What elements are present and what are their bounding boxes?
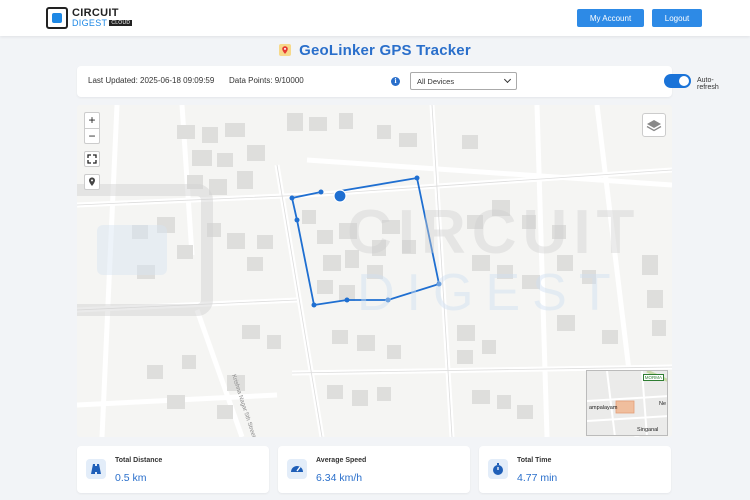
page-header: GeoLinker GPS Tracker: [0, 40, 750, 60]
stat-card-speed: Average Speed 6.34 km/h: [278, 446, 470, 493]
stat-card-time: Total Time 4.77 min: [479, 446, 671, 493]
current-position-marker[interactable]: [333, 189, 347, 203]
auto-refresh-toggle[interactable]: [664, 74, 691, 88]
chip-icon: [46, 7, 68, 29]
stat-label: Total Time: [517, 457, 552, 464]
road-icon: [86, 459, 106, 479]
stat-value: 4.77 min: [517, 472, 558, 484]
locate-button[interactable]: [84, 174, 100, 190]
location-pin-icon: [89, 177, 95, 186]
map-pin-icon: [279, 44, 292, 56]
top-navbar: CIRCUIT DIGEST CLOUD My Account Logout: [0, 0, 750, 36]
my-account-button[interactable]: My Account: [577, 9, 644, 27]
logo-line1: CIRCUIT: [72, 6, 119, 19]
map-tiles: Krishna Nagar 5th Street: [77, 105, 672, 437]
device-select-value: All Devices: [417, 76, 455, 86]
logo-line2: DIGEST: [72, 17, 108, 28]
fullscreen-button[interactable]: [84, 151, 100, 167]
logo-badge: CLOUD: [109, 20, 133, 27]
layers-button[interactable]: [642, 113, 666, 137]
stat-value: 0.5 km: [115, 472, 147, 484]
toggle-knob: [679, 76, 689, 86]
zoom-control: + −: [84, 112, 100, 144]
minimap-place3: Ne: [659, 401, 667, 407]
auto-refresh-label: Auto-refresh: [697, 77, 719, 91]
speedometer-icon: [287, 459, 307, 479]
chevron-down-icon: [503, 75, 512, 84]
stat-label: Total Distance: [115, 457, 163, 464]
minimap-tag: MORMA: [642, 374, 664, 381]
logout-button[interactable]: Logout: [652, 9, 702, 27]
stopwatch-icon: [488, 459, 508, 479]
minimap[interactable]: MORMA ampalayam Ne Singanal: [586, 370, 668, 436]
last-updated-text: Last Updated: 2025-06-18 09:09:59: [88, 76, 215, 85]
fullscreen-icon: [87, 154, 97, 164]
stat-label: Average Speed: [316, 457, 367, 464]
minimap-place2: Singanal: [637, 427, 659, 433]
minimap-place1: ampalayam: [589, 405, 618, 411]
page-title: GeoLinker GPS Tracker: [299, 41, 471, 59]
layers-icon: [646, 120, 662, 132]
data-points-text: Data Points: 9/10000: [229, 76, 304, 85]
zoom-in-button[interactable]: +: [85, 113, 99, 128]
zoom-out-button[interactable]: −: [85, 128, 99, 143]
circuit-digest-logo[interactable]: CIRCUIT DIGEST CLOUD: [46, 6, 133, 29]
info-icon[interactable]: i: [391, 77, 400, 86]
stat-card-distance: Total Distance 0.5 km: [77, 446, 269, 493]
device-select[interactable]: All Devices: [410, 72, 517, 90]
stat-value: 6.34 km/h: [316, 472, 363, 484]
controls-bar: Last Updated: 2025-06-18 09:09:59 Data P…: [77, 66, 719, 97]
map-view[interactable]: Krishna Nagar 5th Street CIRCUIT DIGEST …: [77, 105, 672, 437]
